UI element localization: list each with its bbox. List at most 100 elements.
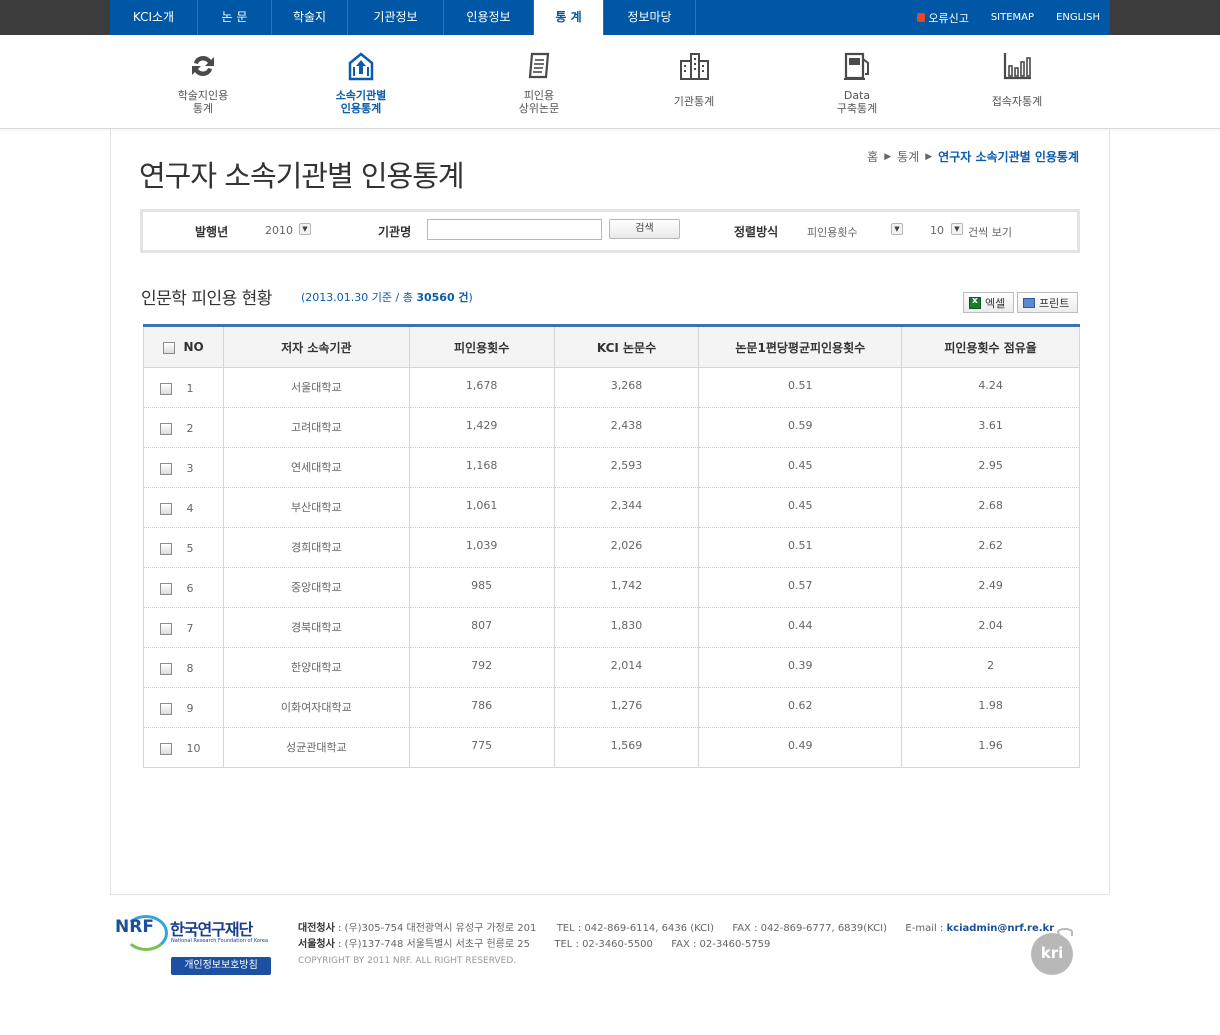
email-link[interactable]: kciadmin@nrf.re.kr <box>947 923 1055 934</box>
breadcrumb-home[interactable]: 홈 <box>867 148 878 165</box>
daejeon-label: 대전청사 <box>298 923 335 934</box>
privacy-policy-button[interactable]: 개인정보보호방침 <box>171 957 271 975</box>
table-row: 5 경희대학교 1,039 2,026 0.51 2.62 <box>143 527 1080 568</box>
cell-avg: 0.51 <box>698 527 903 568</box>
subnav-institution-stats[interactable]: 기관통계 <box>639 49 749 108</box>
row-checkbox[interactable] <box>160 542 173 555</box>
row-number: 8 <box>186 662 194 675</box>
sort-dropdown-icon[interactable]: ▼ <box>891 223 903 235</box>
cell-cited: 1,168 <box>408 447 555 488</box>
gnb-item-papers[interactable]: 논 문 <box>198 0 272 35</box>
header-no: NO <box>143 325 224 368</box>
cell-cited: 1,429 <box>408 407 555 448</box>
table-body: 1 서울대학교 1,678 3,268 0.51 4.24 2 고려대학교 1,429 2,438… <box>143 367 1080 768</box>
cell-papers: 2,438 <box>553 407 700 448</box>
count-dropdown-icon[interactable]: ▼ <box>951 223 963 235</box>
section-info-total: 30560 건 <box>416 291 469 304</box>
year-dropdown-icon[interactable]: ▼ <box>299 223 311 235</box>
search-panel: 발행년 2010 ▼ 기관명 검색 정렬방식 피인용횟수 ▼ 10 ▼ 건씩 보… <box>140 209 1080 253</box>
gnb-item-citations[interactable]: 인용정보 <box>444 0 534 35</box>
subnav-data-stats[interactable]: Data 구축통계 <box>802 49 912 115</box>
org-name-input[interactable] <box>427 219 602 240</box>
row-select: 3 <box>144 462 223 475</box>
utility-links: 오류신고 SITEMAP ENGLISH <box>917 0 1100 35</box>
row-checkbox[interactable] <box>160 502 173 515</box>
org-label: 기관명 <box>378 225 412 239</box>
breadcrumb: 홈 ▶ 통계 ▶ 연구자 소속기관별 인용통계 <box>867 148 1079 165</box>
cell-share: 2.68 <box>901 487 1080 528</box>
print-button[interactable]: 프린트 <box>1017 292 1078 313</box>
subnav-visitor-stats[interactable]: 접속자통계 <box>962 49 1072 108</box>
table-row: 1 서울대학교 1,678 3,268 0.51 4.24 <box>143 367 1080 408</box>
cell-no: 8 <box>143 647 224 688</box>
citation-table: NO 저자 소속기관 피인용횟수 KCI 논문수 논문1편당평균피인용횟수 피인… <box>143 324 1080 768</box>
top-bar-inner: KCI소개 논 문 학술지 기관정보 인용정보 통 계 정보마당 오류신고 SI… <box>110 0 1110 42</box>
cell-cited: 1,678 <box>408 367 555 408</box>
subnav-institution-citation[interactable]: 소속기관별 인용통계 <box>306 49 416 115</box>
table-row: 8 한양대학교 792 2,014 0.39 2 <box>143 647 1080 688</box>
table-row: 2 고려대학교 1,429 2,438 0.59 3.61 <box>143 407 1080 448</box>
english-link[interactable]: ENGLISH <box>1056 12 1100 23</box>
sub-nav: 학술지인용 통계 소속기관별 인용통계 피인용 상위논문 기관통계 Data 구… <box>0 35 1220 129</box>
excel-icon <box>969 296 981 309</box>
cell-papers: 2,014 <box>553 647 700 688</box>
refresh-arrows-icon <box>192 56 214 76</box>
table-row: 6 중앙대학교 985 1,742 0.57 2.49 <box>143 567 1080 608</box>
cell-share: 2.04 <box>901 607 1080 648</box>
subnav-top-cited[interactable]: 피인용 상위논문 <box>484 49 594 115</box>
cell-avg: 0.45 <box>698 447 903 488</box>
count-select-value[interactable]: 10 <box>930 224 944 237</box>
header-papers: KCI 논문수 <box>553 325 700 368</box>
section-info: (2013.01.30 기준 / 총 30560 건) <box>301 289 473 305</box>
row-checkbox[interactable] <box>160 582 173 595</box>
row-checkbox[interactable] <box>160 662 173 675</box>
row-number: 10 <box>186 742 201 755</box>
daejeon-address: : (우)305-754 대전광역시 유성구 가정로 201 <box>334 923 537 934</box>
cell-avg: 0.39 <box>698 647 903 688</box>
subnav-journal-citation[interactable]: 학술지인용 통계 <box>148 49 258 115</box>
cell-share: 1.98 <box>901 687 1080 728</box>
cell-org: 성균관대학교 <box>222 727 410 768</box>
sitemap-link[interactable]: SITEMAP <box>991 12 1034 23</box>
error-report-link[interactable]: 오류신고 <box>917 10 969 26</box>
section-title: 인문학 피인용 현황 <box>141 289 272 309</box>
cell-share: 4.24 <box>901 367 1080 408</box>
row-checkbox[interactable] <box>160 742 173 755</box>
document-scroll-icon <box>528 52 550 79</box>
select-all-checkbox[interactable] <box>163 341 176 354</box>
subnav-label-1: 소속기관별 <box>335 89 387 102</box>
year-select-value[interactable]: 2010 <box>265 224 293 237</box>
cell-share: 1.96 <box>901 727 1080 768</box>
cell-avg: 0.49 <box>698 727 903 768</box>
footer: NRF 한국연구재단 National Research Foundation … <box>110 905 1110 1015</box>
subnav-label-2: 상위논문 <box>518 102 560 115</box>
excel-button[interactable]: 엑셀 <box>963 292 1014 313</box>
gnb-item-institutions[interactable]: 기관정보 <box>348 0 444 35</box>
excel-button-label: 엑셀 <box>985 296 1006 310</box>
row-checkbox[interactable] <box>160 622 173 635</box>
gnb-item-kci-intro[interactable]: KCI소개 <box>110 0 198 35</box>
row-checkbox[interactable] <box>160 702 173 715</box>
section-info-prefix: (2013.01.30 기준 / 총 <box>301 291 417 304</box>
cell-no: 10 <box>143 727 224 768</box>
row-checkbox[interactable] <box>160 422 173 435</box>
cell-papers: 2,344 <box>553 487 700 528</box>
row-checkbox[interactable] <box>160 382 173 395</box>
search-button[interactable]: 검색 <box>609 219 680 239</box>
row-checkbox[interactable] <box>160 462 173 475</box>
cell-share: 2.49 <box>901 567 1080 608</box>
chevron-right-icon: ▶ <box>884 151 892 162</box>
gnb-item-journals[interactable]: 학술지 <box>272 0 348 35</box>
breadcrumb-statistics[interactable]: 통계 <box>897 148 919 165</box>
cell-no: 2 <box>143 407 224 448</box>
cell-avg: 0.57 <box>698 567 903 608</box>
sort-select-value[interactable]: 피인용횟수 <box>807 224 858 240</box>
table-row: 3 연세대학교 1,168 2,593 0.45 2.95 <box>143 447 1080 488</box>
data-pump-icon <box>844 52 869 80</box>
header-share: 피인용횟수 점유율 <box>901 325 1080 368</box>
print-button-label: 프린트 <box>1039 296 1070 310</box>
copyright: COPYRIGHT BY 2011 NRF. ALL RIGHT RESERVE… <box>298 956 517 966</box>
gnb-item-info[interactable]: 정보마당 <box>604 0 696 35</box>
cell-cited: 807 <box>408 607 555 648</box>
buildings-icon <box>680 53 709 80</box>
